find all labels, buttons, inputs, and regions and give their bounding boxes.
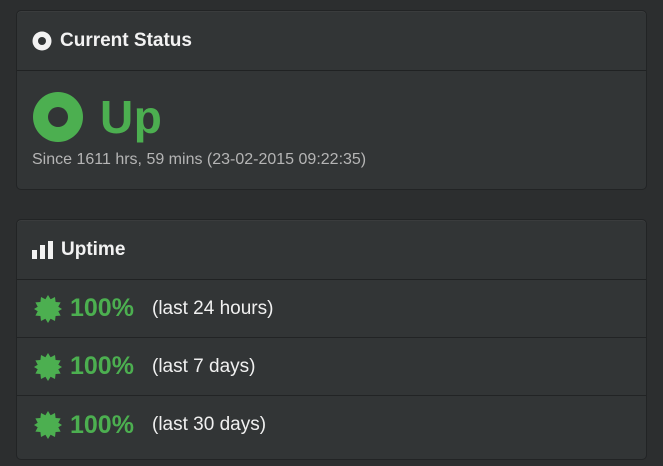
status-since-text: Since 1611 hrs, 59 mins (23-02-2015 09:2… (32, 151, 367, 168)
current-status-panel: Current Status Up Since 1611 hrs, 59 min… (16, 10, 647, 190)
uptime-period: (last 30 days) (152, 414, 267, 435)
uptime-panel: Uptime 100% (last 24 hours) 100% (last 7… (16, 219, 647, 460)
status-value: Up (100, 91, 163, 143)
certificate-icon (34, 352, 62, 381)
uptime-period: (last 24 hours) (152, 297, 274, 319)
bar-chart-icon (32, 240, 53, 259)
uptime-percent: 100% (70, 352, 134, 380)
certificate-icon (34, 411, 62, 439)
uptime-period: (last 7 days) (152, 355, 256, 377)
certificate-icon (34, 294, 62, 323)
status-row: Up (32, 77, 631, 157)
uptime-percent: 100% (70, 294, 134, 322)
current-status-title: Current Status (60, 29, 192, 51)
status-body: Up Since 1611 hrs, 59 mins (23-02-2015 0… (17, 77, 646, 169)
uptime-row-24h: 100% (last 24 hours) (17, 280, 646, 338)
uptime-header: Uptime (17, 220, 646, 280)
uptime-row-7d: 100% (last 7 days) (17, 338, 646, 396)
status-up-icon (32, 91, 84, 143)
current-status-header: Current Status (17, 11, 646, 71)
record-icon (32, 31, 52, 51)
uptime-title: Uptime (61, 238, 126, 260)
uptime-row-30d: 100% (last 30 days) (17, 396, 646, 454)
uptime-percent: 100% (70, 410, 134, 439)
